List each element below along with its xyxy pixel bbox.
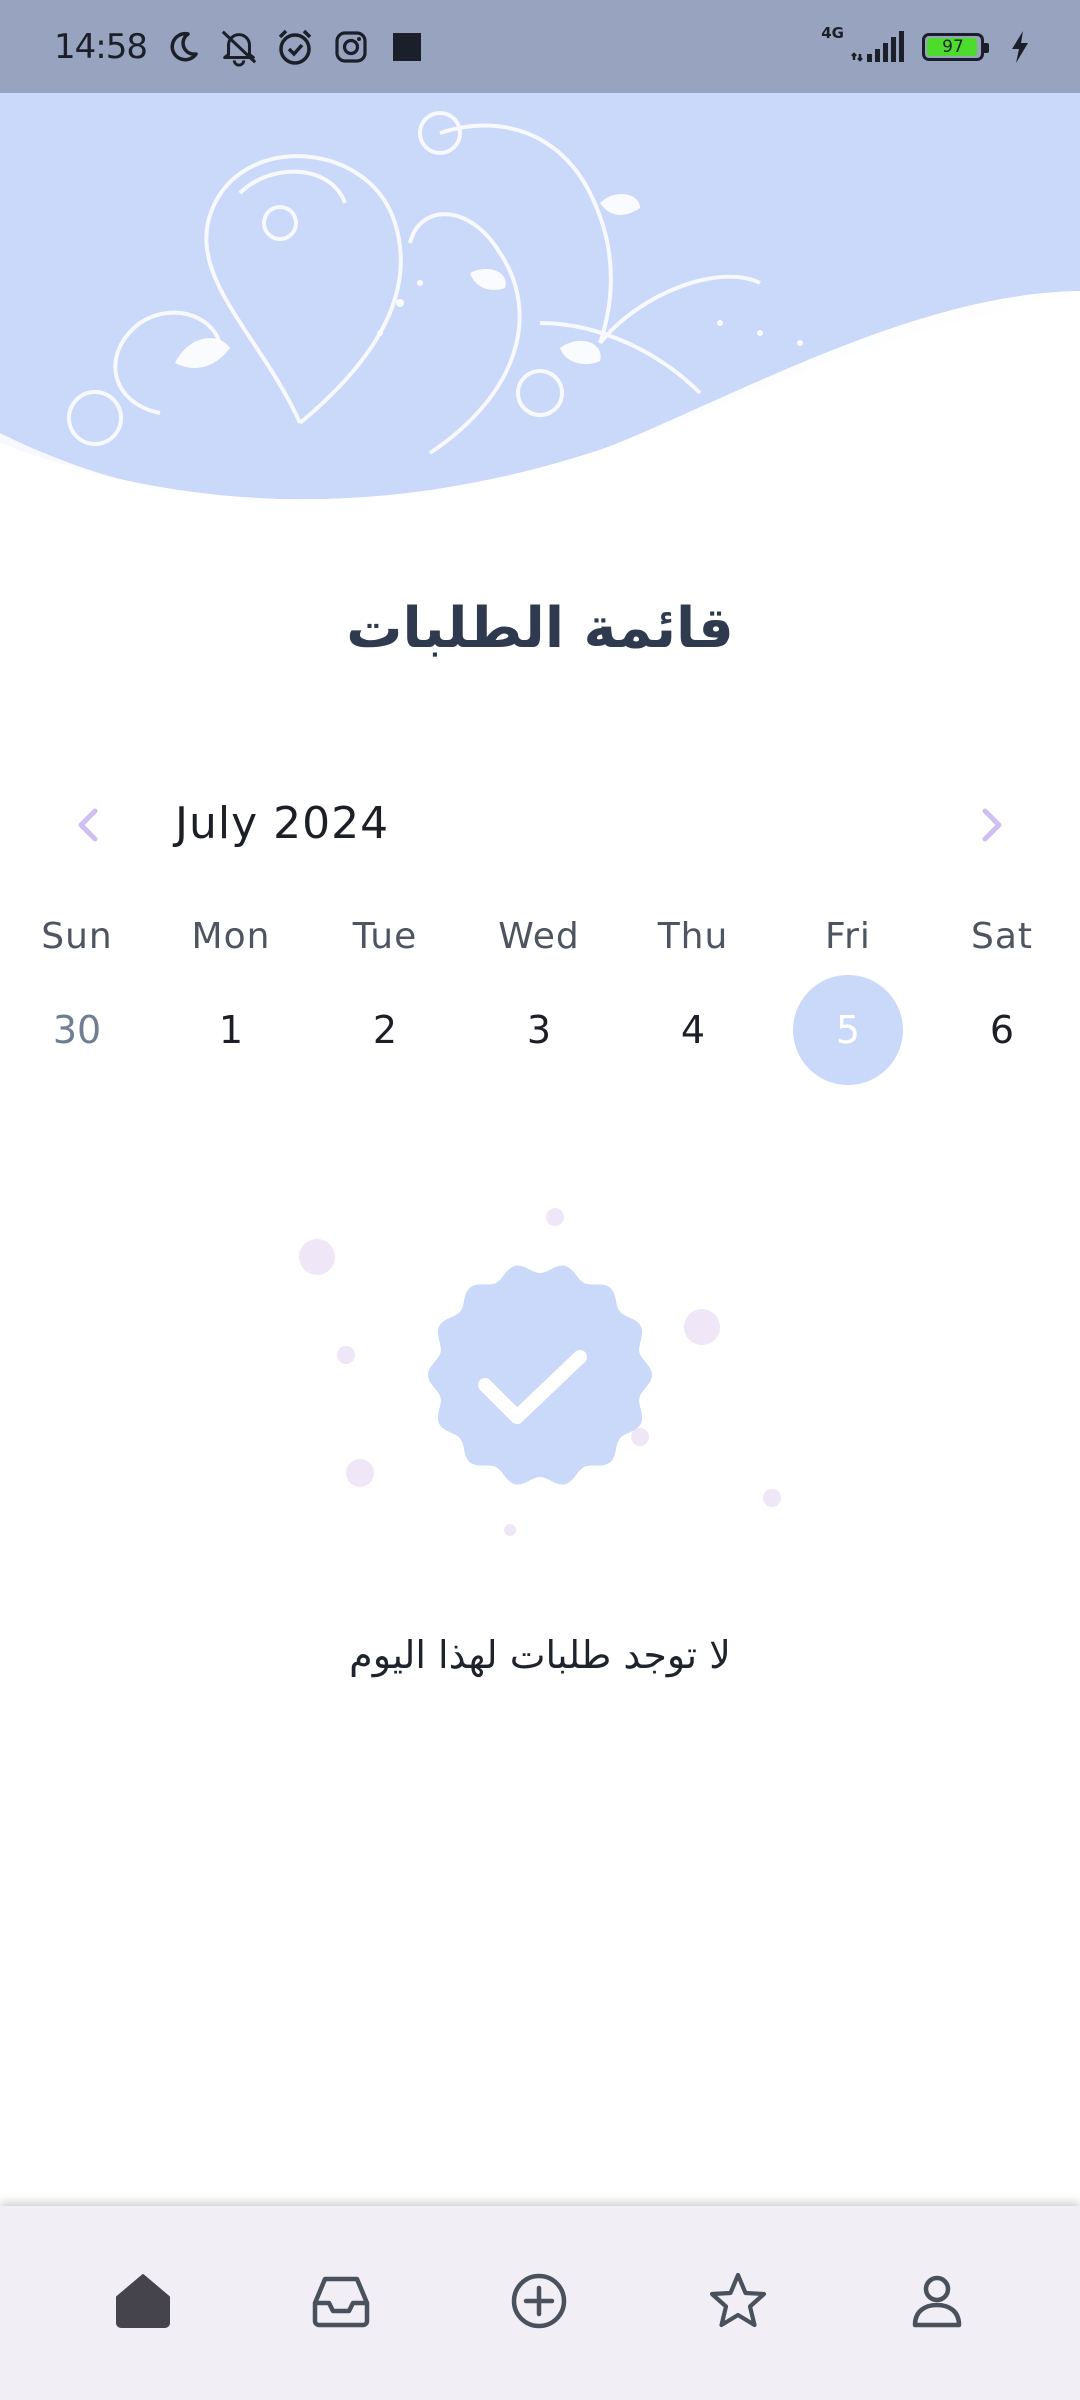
star-icon [709, 2272, 767, 2328]
status-bar-right: 4G 97 [821, 23, 1040, 67]
signal-icon [850, 27, 906, 67]
nav-favorites[interactable] [698, 2261, 778, 2341]
bottom-navigation [0, 2206, 1080, 2400]
home-icon [116, 2274, 170, 2328]
nav-add[interactable] [499, 2261, 579, 2341]
date-cell[interactable]: 3 [484, 975, 594, 1085]
weekday-label: Thu [657, 916, 729, 957]
weekday-label: Fri [825, 916, 871, 957]
date-cell[interactable]: 4 [638, 975, 748, 1085]
badge-check-icon [299, 1208, 781, 1536]
date-cell[interactable]: 5 [793, 975, 903, 1085]
nav-inbox[interactable] [301, 2261, 381, 2341]
battery-tip [984, 42, 989, 53]
weekday-label: Wed [498, 916, 580, 957]
header-floral-banner [0, 93, 1080, 593]
weekday-label: Sun [41, 916, 113, 957]
month-label: July 2024 [175, 798, 390, 849]
battery-level: 97 [942, 36, 964, 57]
alarm-icon [275, 27, 315, 67]
chevron-right-icon [982, 808, 1002, 842]
date-cell[interactable]: 2 [330, 975, 440, 1085]
nav-profile[interactable] [897, 2261, 977, 2341]
next-month-button[interactable] [962, 795, 1022, 855]
profile-icon [912, 2275, 962, 2328]
date-cell[interactable]: 30 [22, 975, 132, 1085]
status-bar-left: 14:58 [54, 27, 427, 67]
previous-month-button[interactable] [58, 795, 118, 855]
instagram-icon [331, 27, 371, 67]
date-cell[interactable]: 6 [947, 975, 1057, 1085]
weekday-label: Mon [191, 916, 271, 957]
status-time: 14:58 [54, 26, 148, 67]
network-type: 4G [821, 23, 844, 42]
moon-icon [163, 27, 203, 67]
orders-screen: 14:58 4G 97 قائمة الطلبات July 2024 Sun … [0, 0, 1080, 2400]
inbox-icon [312, 2276, 370, 2328]
add-circle-icon [511, 2273, 567, 2329]
nav-home[interactable] [103, 2261, 183, 2341]
battery-icon: 97 [922, 32, 989, 61]
page-title: قائمة الطلبات [346, 596, 734, 661]
charging-icon [1000, 27, 1040, 67]
weekday-label: Tue [352, 916, 418, 957]
weekday-label: Sat [970, 916, 1034, 957]
chevron-left-icon [78, 808, 98, 842]
date-cell[interactable]: 1 [176, 975, 286, 1085]
square-icon [387, 27, 427, 67]
empty-state-message: لا توجد طلبات لهذا اليوم [349, 1633, 731, 1677]
status-bar: 14:58 4G 97 [0, 0, 1080, 93]
bell-muted-icon [219, 27, 259, 67]
